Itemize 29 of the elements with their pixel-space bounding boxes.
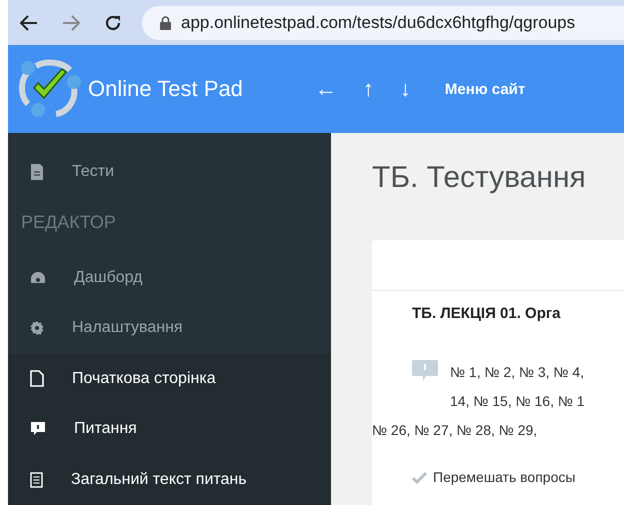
page-title: ТБ. Тестування [372,161,587,195]
question-numbers: 14, № 15, № 16, № 1 [450,392,586,411]
logo-icon [16,58,82,120]
question-bubble-icon [412,360,438,382]
nav-arrow[interactable]: ↓ [400,76,411,102]
nav-arrow[interactable]: ← [314,76,337,102]
sidebar-item[interactable]: Питання [8,404,331,454]
url-text: app.onlinetestpad.com/tests/du6dcx6htgfhg/qgroups [181,12,576,32]
group-title: ТБ. ЛЕКЦІЯ 01. Орга [412,305,562,322]
nav-arrow[interactable]: ↑ [362,76,374,102]
address-bar[interactable]: app.onlinetestpad.com/tests/du6dcx6htgfhg/qgroups [142,6,624,40]
option-label: Перемешать вопросы [433,468,576,487]
settings-icon [30,321,44,336]
lock-icon [160,16,171,30]
question-numbers: № 1, № 2, № 3, № 4, [450,363,584,382]
list-document-icon [30,472,43,488]
reload-icon [104,14,122,32]
document-icon [30,164,44,180]
forward-arrow-icon [62,14,80,30]
question-numbers: № 26, № 27, № 28, № 29, [372,421,538,440]
page-icon [30,370,44,388]
sidebar-item[interactable]: Загальний текст питань [8,454,331,505]
gauge-icon [30,270,46,285]
brand-name: Online Test Pad [88,76,243,102]
section-heading: РЕДАКТОР [20,210,117,234]
question-bubble-icon [30,422,46,436]
site-menu-link[interactable]: Меню сайт [444,80,526,98]
sidebar-item[interactable]: Початкова сторінка [8,354,331,404]
back-arrow-icon [20,14,38,30]
